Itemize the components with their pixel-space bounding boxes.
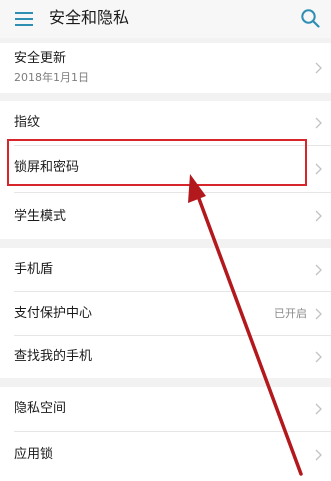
security-update-card: 安全更新 2018年1月1日	[0, 43, 331, 93]
privacy-card: 隐私空间 应用锁	[0, 387, 331, 481]
chevron-right-icon	[315, 210, 322, 222]
chevron-right-icon	[315, 449, 322, 461]
security-update-label: 安全更新	[14, 51, 67, 66]
settings-screen: 安全和隐私 安全更新 2018年1月1日 指纹 锁屏和密码 学生模式 手机盾 支…	[0, 0, 331, 481]
student-mode-label: 学生模式	[14, 209, 67, 224]
app-lock-label: 应用锁	[14, 447, 54, 462]
page-title: 安全和隐私	[49, 8, 130, 27]
search-icon[interactable]	[300, 8, 320, 28]
security-update-row[interactable]: 安全更新 2018年1月1日	[0, 43, 331, 93]
chevron-right-icon	[315, 264, 322, 276]
highlight-box	[7, 139, 307, 186]
chevron-right-icon	[315, 62, 322, 74]
payment-protection-label: 支付保护中心	[14, 306, 93, 321]
find-my-phone-label: 查找我的手机	[14, 349, 93, 364]
payment-protection-row[interactable]: 支付保护中心 已开启	[0, 292, 331, 335]
security-update-date: 2018年1月1日	[14, 71, 89, 84]
device-protection-card: 手机盾 支付保护中心 已开启 查找我的手机	[0, 248, 331, 378]
private-space-row[interactable]: 隐私空间	[0, 387, 331, 431]
hamburger-menu-icon[interactable]	[14, 10, 34, 28]
chevron-right-icon	[315, 308, 322, 320]
student-mode-row[interactable]: 学生模式	[0, 193, 331, 239]
find-my-phone-row[interactable]: 查找我的手机	[0, 336, 331, 378]
phone-shield-label: 手机盾	[14, 262, 54, 277]
fingerprint-label: 指纹	[14, 115, 41, 130]
top-app-bar: 安全和隐私	[0, 0, 331, 38]
chevron-right-icon	[315, 163, 322, 175]
payment-protection-status: 已开启	[274, 307, 307, 320]
private-space-label: 隐私空间	[14, 401, 67, 416]
chevron-right-icon	[315, 117, 322, 129]
chevron-right-icon	[315, 403, 322, 415]
app-lock-row[interactable]: 应用锁	[0, 432, 331, 481]
chevron-right-icon	[315, 351, 322, 363]
phone-shield-row[interactable]: 手机盾	[0, 248, 331, 291]
